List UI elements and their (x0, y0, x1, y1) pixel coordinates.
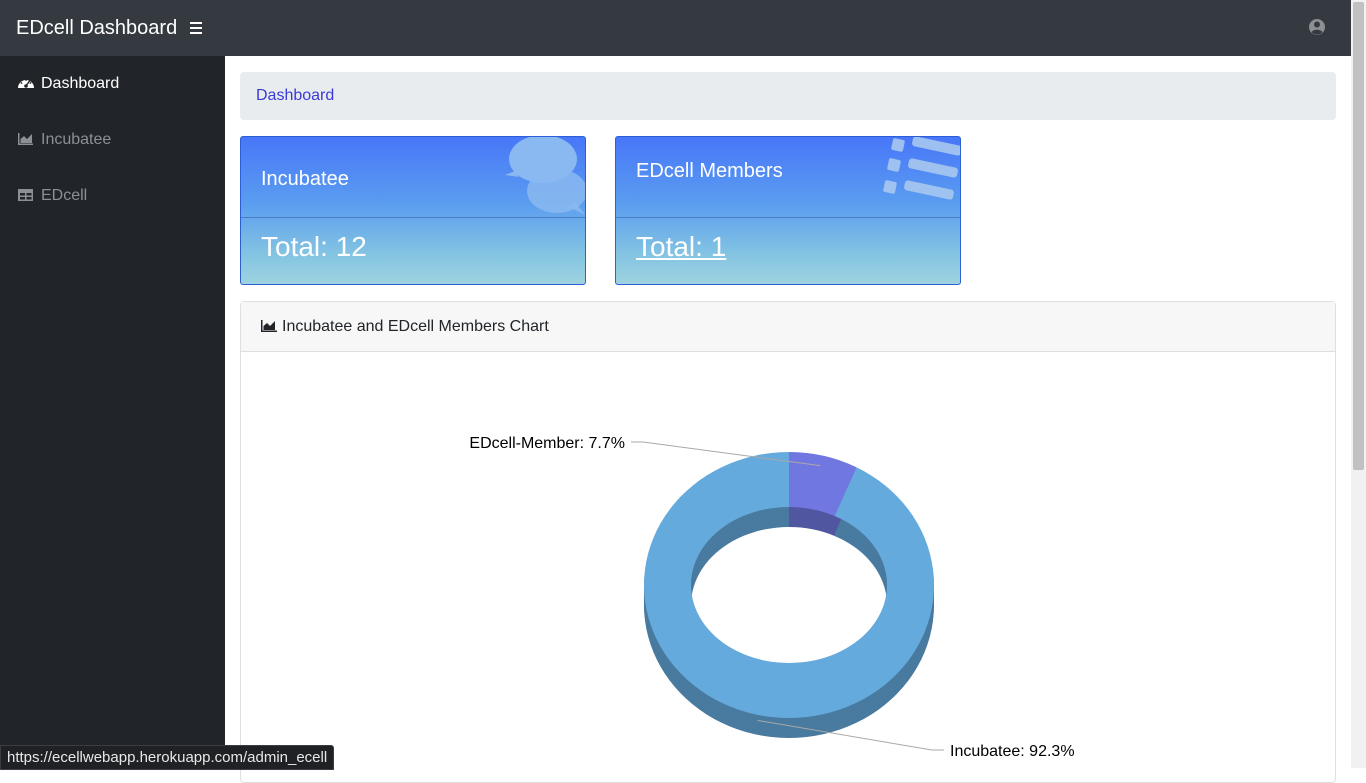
edcell-members-card[interactable]: EDcell Members Total: 1 (615, 136, 961, 285)
hamburger-icon[interactable] (188, 19, 204, 37)
chart-panel: Incubatee: 92.3% EDcell-Member: 7.7% Incu… (240, 301, 1336, 783)
pie-chart: Incubatee: 92.3% EDcell-Member: 7.7% (469, 435, 1075, 760)
breadcrumb: Dashboard (240, 72, 1336, 120)
scrollbar-thumb[interactable] (1353, 2, 1364, 470)
breadcrumb-dashboard-link[interactable]: Dashboard (256, 87, 334, 105)
card-divider (241, 217, 585, 218)
sidebar: Dashboard Incubatee EDcell (0, 56, 225, 768)
sidebar-item-edcell[interactable]: EDcell (0, 168, 225, 224)
brand-title[interactable]: EDcell Dashboard (16, 16, 177, 40)
card-total: Total: 12 (261, 231, 367, 262)
chart-panel-title: Incubatee and EDcell Members Chart (282, 318, 549, 335)
sidebar-item-incubatee[interactable]: Incubatee (0, 112, 225, 168)
card-total-link[interactable]: Total: 1 (636, 230, 726, 264)
sidebar-item-label: Incubatee (41, 131, 112, 148)
incubatee-card[interactable]: Incubatee Total: 12 (240, 136, 586, 285)
area-chart-icon (261, 319, 277, 333)
top-navbar: EDcell Dashboard (0, 0, 1351, 56)
comments-icon (503, 137, 585, 224)
table-icon (17, 187, 35, 203)
sidebar-item-dashboard[interactable]: Dashboard (0, 56, 225, 112)
area-chart-icon (17, 131, 35, 147)
pie-slice-label-1: EDcell-Member: 7.7% (469, 435, 625, 452)
card-divider (616, 217, 960, 218)
sidebar-item-label: Dashboard (41, 75, 120, 92)
chart-panel-header: Incubatee and EDcell Members Chart (241, 302, 1335, 352)
pie-slice-label-0: Incubatee: 92.3% (950, 743, 1075, 760)
tachometer-icon (17, 75, 35, 91)
status-url-tooltip: https://ecellwebapp.herokuapp.com/admin_… (0, 745, 335, 770)
card-title: Incubatee (261, 168, 349, 190)
user-circle-icon[interactable] (1306, 16, 1328, 38)
sidebar-item-label: EDcell (41, 187, 88, 204)
list-icon (878, 137, 960, 220)
card-title: EDcell Members (636, 160, 783, 182)
